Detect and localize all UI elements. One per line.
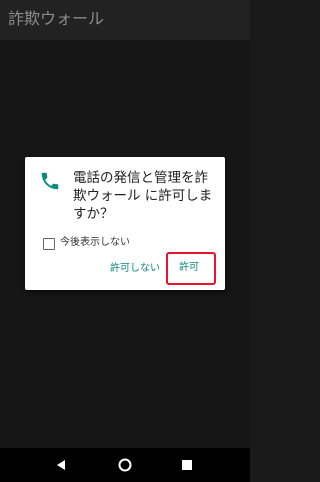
navigation-bar <box>0 448 250 482</box>
app-bar: 詐欺ウォール <box>0 0 250 40</box>
app-title: 詐欺ウォール <box>8 9 105 28</box>
dialog-message: 電話の発信と管理を詐欺ウォール に許可しますか？ <box>73 170 213 222</box>
home-icon[interactable] <box>118 458 132 472</box>
dont-show-again-checkbox[interactable] <box>43 238 55 250</box>
dont-show-again-label[interactable]: 今後表示しない <box>60 236 130 250</box>
deny-button[interactable]: 許可しない <box>109 257 161 281</box>
recents-icon[interactable] <box>181 459 193 471</box>
allow-button-highlight <box>166 252 216 285</box>
back-icon[interactable] <box>54 458 68 472</box>
phone-icon <box>41 172 59 190</box>
